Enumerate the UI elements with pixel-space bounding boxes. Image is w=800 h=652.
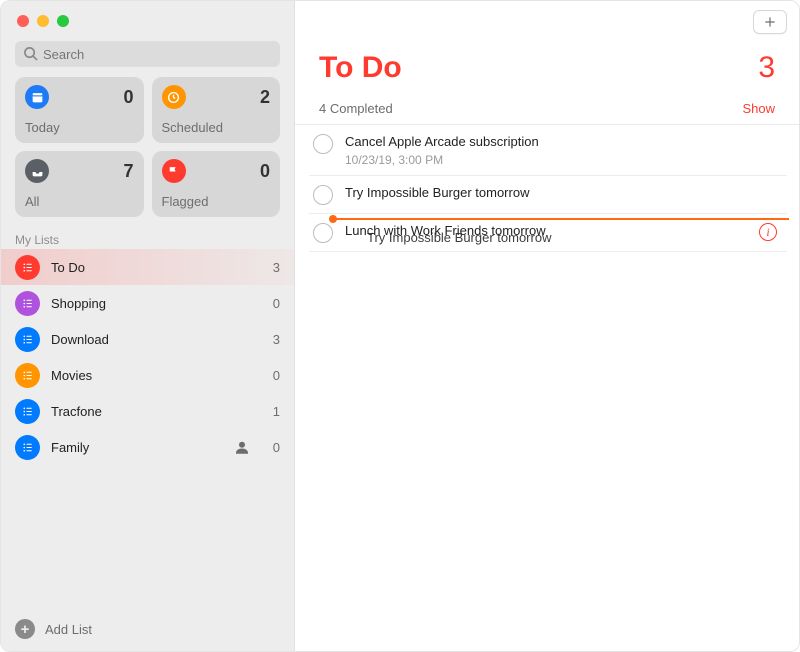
list-row-to-do[interactable]: To Do 3	[1, 249, 294, 285]
fullscreen-window-button[interactable]	[57, 15, 69, 27]
reminder-row[interactable]: Try Impossible Burger tomorrow	[309, 176, 787, 214]
list-row-download[interactable]: Download 3	[1, 321, 294, 357]
reminder-title: Cancel Apple Arcade subscription	[345, 133, 777, 151]
list-row-tracfone[interactable]: Tracfone 1	[1, 393, 294, 429]
list-name: To Do	[51, 260, 253, 275]
smart-count-flagged: 0	[260, 161, 270, 182]
reminder-body: Cancel Apple Arcade subscription 10/23/19…	[345, 133, 777, 167]
completed-label: 4 Completed	[319, 101, 393, 116]
drag-insertion-indicator	[333, 218, 789, 220]
smart-card-all[interactable]: 7 All	[15, 151, 144, 217]
app-window: 0 Today 2 Scheduled 7	[0, 0, 800, 652]
add-list-button[interactable]: + Add List	[1, 607, 294, 651]
list-name: Movies	[51, 368, 253, 383]
add-list-label: Add List	[45, 622, 92, 637]
smart-label-flagged: Flagged	[162, 194, 271, 209]
list-name: Shopping	[51, 296, 253, 311]
list-count: 3	[264, 332, 280, 347]
list-name: Download	[51, 332, 253, 347]
toolbar	[295, 1, 799, 43]
list-name: Tracfone	[51, 404, 253, 419]
close-window-button[interactable]	[17, 15, 29, 27]
reminder-title: Lunch with Work Friends tomorrow	[345, 222, 747, 240]
info-icon[interactable]: i	[759, 223, 777, 241]
list-bullet-icon	[15, 363, 40, 388]
reminder-subtitle: 10/23/19, 3:00 PM	[345, 153, 777, 167]
list-count: 3	[264, 260, 280, 275]
list-name: Family	[51, 440, 222, 455]
main-panel: To Do 3 4 Completed Show Cancel Apple Ar…	[295, 1, 799, 651]
smart-label-all: All	[25, 194, 134, 209]
list-count-large: 3	[758, 51, 775, 85]
lists-container: To Do 3 Shopping 0 Download 3 Movies 0 Tracfone 1…	[1, 249, 294, 607]
search-container	[1, 39, 294, 77]
smart-card-scheduled[interactable]: 2 Scheduled	[152, 77, 281, 143]
list-header: To Do 3	[295, 43, 799, 95]
clock-icon	[162, 85, 186, 109]
new-reminder-button[interactable]	[753, 10, 787, 34]
smart-card-today[interactable]: 0 Today	[15, 77, 144, 143]
smart-count-today: 0	[123, 87, 133, 108]
smart-label-today: Today	[25, 120, 134, 135]
smart-lists-grid: 0 Today 2 Scheduled 7	[1, 77, 294, 227]
list-bullet-icon	[15, 435, 40, 460]
smart-count-all: 7	[123, 161, 133, 182]
plus-icon: +	[15, 619, 35, 639]
search-input[interactable]	[15, 41, 280, 67]
flag-icon	[162, 159, 186, 183]
window-controls	[1, 1, 294, 39]
list-row-movies[interactable]: Movies 0	[1, 357, 294, 393]
list-count: 1	[264, 404, 280, 419]
search-icon	[23, 46, 38, 61]
complete-toggle[interactable]	[313, 223, 333, 243]
reminder-body: Try Impossible Burger tomorrow	[345, 184, 777, 202]
smart-count-scheduled: 2	[260, 87, 270, 108]
minimize-window-button[interactable]	[37, 15, 49, 27]
list-row-family[interactable]: Family 0	[1, 429, 294, 465]
reminder-row[interactable]: Cancel Apple Arcade subscription 10/23/19…	[309, 125, 787, 176]
list-bullet-icon	[15, 399, 40, 424]
complete-toggle[interactable]	[313, 134, 333, 154]
smart-label-scheduled: Scheduled	[162, 120, 271, 135]
completed-bar: 4 Completed Show	[295, 95, 799, 125]
reminders-list: Cancel Apple Arcade subscription 10/23/19…	[295, 125, 799, 252]
list-count: 0	[264, 440, 280, 455]
calendar-icon	[25, 85, 49, 109]
reminder-title: Try Impossible Burger tomorrow	[345, 184, 777, 202]
list-bullet-icon	[15, 255, 40, 280]
show-completed-link[interactable]: Show	[742, 101, 775, 116]
section-label-mylists: My Lists	[1, 227, 294, 249]
tray-icon	[25, 159, 49, 183]
smart-card-flagged[interactable]: 0 Flagged	[152, 151, 281, 217]
list-row-shopping[interactable]: Shopping 0	[1, 285, 294, 321]
complete-toggle[interactable]	[313, 185, 333, 205]
shared-person-icon	[233, 438, 251, 456]
list-bullet-icon	[15, 327, 40, 352]
list-title: To Do	[319, 51, 402, 85]
list-bullet-icon	[15, 291, 40, 316]
list-count: 0	[264, 296, 280, 311]
reminder-body: Lunch with Work Friends tomorrow	[345, 222, 747, 240]
list-count: 0	[264, 368, 280, 383]
sidebar: 0 Today 2 Scheduled 7	[1, 1, 295, 651]
